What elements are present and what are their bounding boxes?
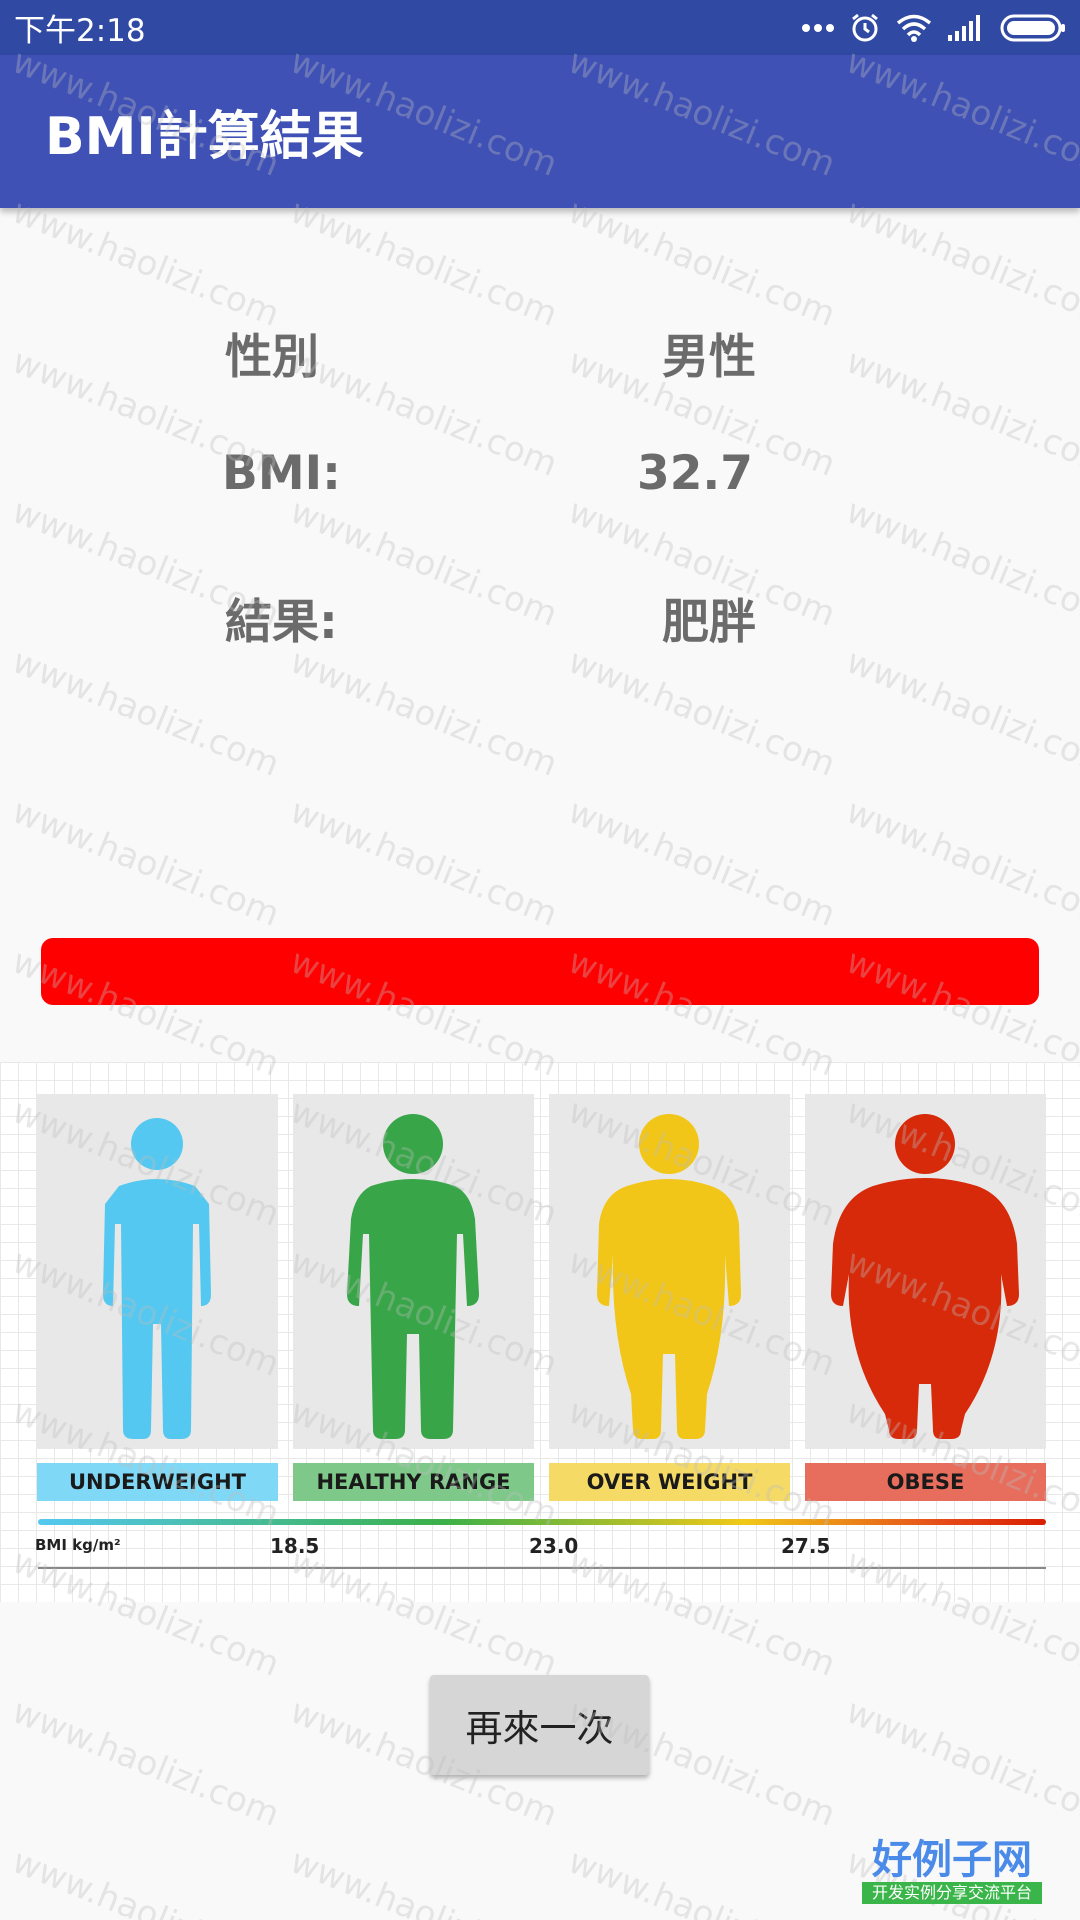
watermark-text: www.haolizi.com — [563, 1841, 841, 1920]
category-label-healthy: HEALTHY RANGE — [293, 1463, 534, 1501]
watermark-text: www.haolizi.com — [841, 191, 1080, 334]
watermark-text: www.haolizi.com — [285, 1841, 563, 1920]
watermark-text: www.haolizi.com — [7, 1691, 285, 1834]
underweight-figure-icon — [103, 1118, 211, 1439]
battery-icon — [1000, 14, 1065, 41]
site-logo: 好例子网 开发实例分享交流平台 — [862, 1838, 1042, 1904]
status-time: 下午2:18 — [14, 13, 146, 49]
status-bar: 下午2:18 — [0, 0, 1080, 55]
watermark-text: www.haolizi.com — [563, 791, 841, 934]
chart-baseline — [38, 1567, 1046, 1569]
logo-sub-text: 开发实例分享交流平台 — [862, 1882, 1042, 1904]
watermark-text: www.haolizi.com — [841, 791, 1080, 934]
watermark-text: www.haolizi.com — [841, 641, 1080, 784]
status-icons — [802, 13, 1066, 43]
watermark-text: www.haolizi.com — [285, 641, 563, 784]
signal-icon — [948, 14, 980, 41]
gender-label: 性別 — [225, 330, 319, 385]
watermark-text: www.haolizi.com — [841, 1691, 1080, 1834]
alarm-clock-icon — [852, 13, 878, 41]
threshold-18-5: 18.5 — [270, 1534, 320, 1558]
more-dots-icon — [802, 23, 834, 32]
watermark-text: www.haolizi.com — [7, 791, 285, 934]
overweight-panel — [549, 1094, 790, 1449]
watermark-text: www.haolizi.com — [7, 1841, 285, 1920]
watermark-text: www.haolizi.com — [563, 641, 841, 784]
bmi-value: 32.7 — [637, 446, 753, 501]
bmi-scale-gradient — [38, 1519, 1046, 1525]
gender-value: 男性 — [662, 330, 756, 385]
try-again-button[interactable]: 再來一次 — [430, 1675, 649, 1775]
category-label-underweight: UNDERWEIGHT — [37, 1463, 278, 1501]
underweight-panel — [37, 1094, 278, 1449]
overweight-figure-icon — [597, 1114, 741, 1439]
app-bar: BMI計算結果 — [0, 55, 1080, 208]
category-label-obese: OBESE — [805, 1463, 1046, 1501]
bmi-unit-label: BMI kg/m² — [35, 1536, 121, 1554]
watermark-text: www.haolizi.com — [563, 191, 841, 334]
watermark-text: www.haolizi.com — [285, 191, 563, 334]
watermark-text: www.haolizi.com — [7, 191, 285, 334]
threshold-27-5: 27.5 — [781, 1534, 831, 1558]
healthy-figure-icon — [347, 1114, 479, 1439]
watermark-text: www.haolizi.com — [7, 641, 285, 784]
watermark-text: www.haolizi.com — [841, 341, 1080, 484]
logo-main-text: 好例子网 — [872, 1836, 1032, 1883]
obese-figure-icon — [831, 1114, 1019, 1439]
bmi-category-chart: UNDERWEIGHT HEALTHY RANGE OVER WEIGHT OB… — [0, 1062, 1080, 1602]
bmi-indicator-bar — [41, 938, 1039, 1005]
healthy-panel — [293, 1094, 534, 1449]
wifi-icon — [896, 14, 932, 42]
category-label-overweight: OVER WEIGHT — [549, 1463, 790, 1501]
bmi-label: BMI: — [222, 446, 341, 501]
app-title: BMI計算結果 — [45, 107, 364, 167]
result-label: 結果: — [225, 595, 338, 650]
watermark-text: www.haolizi.com — [285, 791, 563, 934]
watermark-text: www.haolizi.com — [841, 491, 1080, 634]
result-value: 肥胖 — [662, 595, 756, 650]
obese-panel — [805, 1094, 1046, 1449]
threshold-23-0: 23.0 — [529, 1534, 579, 1558]
